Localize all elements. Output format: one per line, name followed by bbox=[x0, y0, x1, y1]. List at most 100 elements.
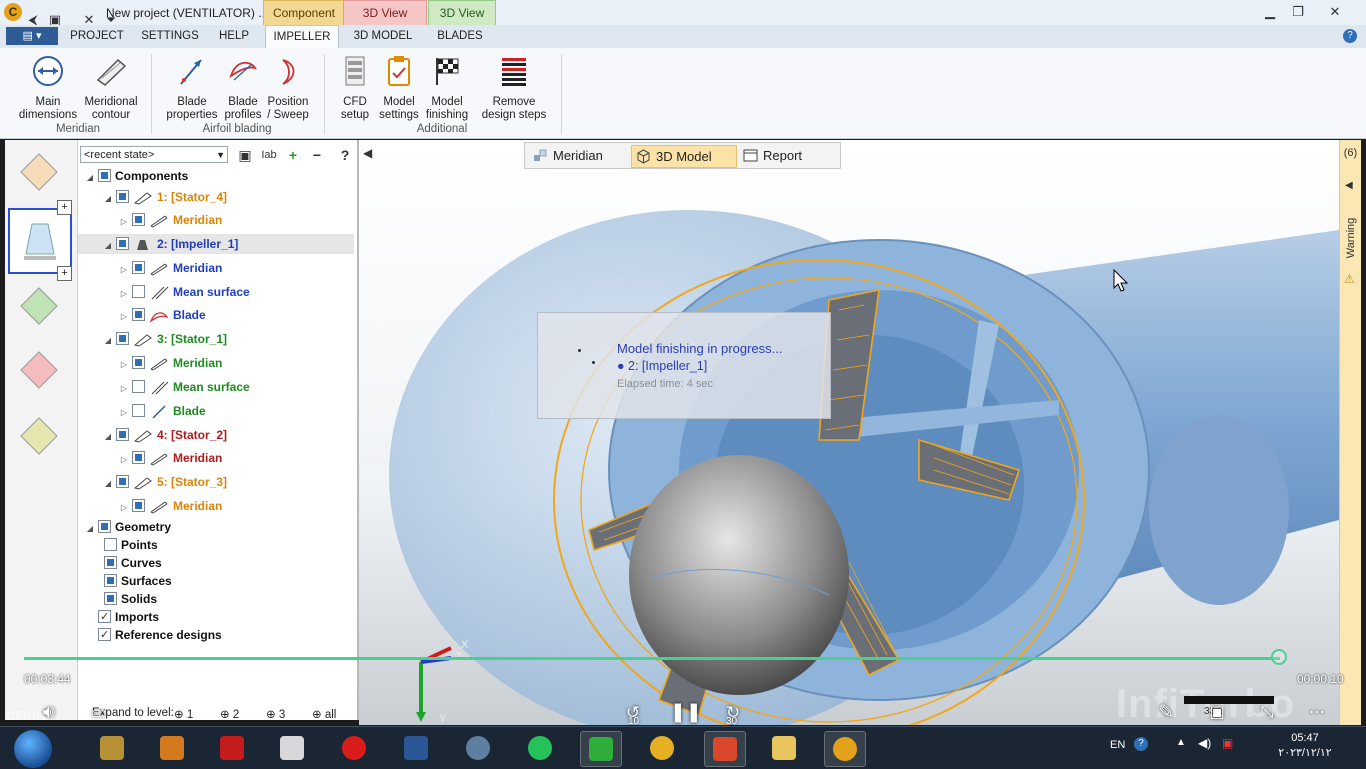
expand-level-3[interactable]: ⊕ 3 bbox=[266, 707, 285, 721]
recent-state-select[interactable]: <recent state> ▼ bbox=[80, 146, 228, 163]
fullscreen-icon[interactable]: ⤡ bbox=[1254, 700, 1280, 726]
tree-item-components[interactable]: ◢ Components bbox=[84, 166, 188, 186]
position-sweep-button[interactable]: Position / Sweep bbox=[264, 54, 312, 122]
taskbar-app-opera[interactable] bbox=[334, 731, 374, 765]
visibility-checkbox[interactable] bbox=[104, 574, 117, 588]
tab-settings[interactable]: SETTINGS bbox=[136, 25, 204, 48]
video-seek-bar[interactable] bbox=[24, 657, 1280, 660]
pause-icon[interactable]: ❚❚ bbox=[670, 700, 702, 726]
volume-icon[interactable]: 🔊︎ bbox=[36, 700, 62, 726]
remove-design-steps-button[interactable]: Remove design steps bbox=[478, 54, 550, 122]
visibility-checkbox[interactable] bbox=[132, 213, 145, 227]
expand-triangle-icon[interactable]: ▷ bbox=[118, 498, 130, 518]
taskbar-app-maps[interactable] bbox=[458, 731, 498, 765]
taskbar-app-word[interactable] bbox=[396, 731, 436, 765]
collapse-panel-arrow-icon[interactable]: ◀ bbox=[363, 146, 372, 160]
tree-item-imports[interactable]: Imports bbox=[96, 607, 159, 627]
file-menu-button[interactable]: ▤ ▾ bbox=[6, 27, 58, 45]
warning-sidebar[interactable]: (6) ◀ Warning ⚠ bbox=[1339, 140, 1361, 725]
visibility-checkbox[interactable] bbox=[104, 592, 117, 606]
visibility-checkbox[interactable] bbox=[116, 475, 129, 489]
add-component-before-button[interactable]: + bbox=[57, 200, 72, 215]
visibility-checkbox[interactable] bbox=[98, 169, 111, 183]
model-settings-button[interactable]: Model settings bbox=[376, 54, 422, 122]
stator-2-component-icon[interactable] bbox=[19, 350, 59, 390]
expand-triangle-icon[interactable]: ▷ bbox=[118, 450, 130, 470]
tree-item-geometry[interactable]: ◢ Geometry bbox=[84, 517, 171, 537]
taskbar-app-explorer[interactable] bbox=[764, 731, 804, 765]
view-tab-report[interactable]: Report bbox=[739, 145, 843, 166]
tree-item-stator-3-meridian[interactable]: ▷ Meridian bbox=[118, 496, 222, 516]
tree-item-stator-3[interactable]: ◢ 5: [Stator_3] bbox=[102, 472, 227, 492]
3d-viewport[interactable]: X Z Y bbox=[359, 140, 1339, 725]
tree-item-reference-designs[interactable]: Reference designs bbox=[96, 625, 222, 645]
visibility-checkbox[interactable] bbox=[116, 332, 129, 346]
tab-3d-model[interactable]: 3D MODEL bbox=[344, 25, 422, 48]
cfd-setup-button[interactable]: CFD setup bbox=[334, 54, 376, 122]
collapse-all-icon[interactable]: − bbox=[308, 146, 326, 164]
tree-item-stator-1-blade[interactable]: ▷ Blade bbox=[118, 401, 206, 421]
tab-project[interactable]: PROJECT bbox=[64, 25, 130, 48]
tree-item-impeller-mean-surface[interactable]: ▷ Mean surface bbox=[118, 282, 250, 302]
taskbar-app-presenter[interactable] bbox=[704, 731, 746, 767]
collapse-triangle-icon[interactable]: ◢ bbox=[102, 331, 114, 351]
taskbar-app-solidworks[interactable] bbox=[212, 731, 252, 765]
tray-clock[interactable]: 05:47 bbox=[1270, 732, 1340, 744]
view-tab-3d-model[interactable]: 3D Model bbox=[631, 145, 737, 168]
visibility-checkbox[interactable] bbox=[98, 607, 111, 627]
tree-item-stator-1-mean-surface[interactable]: ▷ Mean surface bbox=[118, 377, 250, 397]
collapse-triangle-icon[interactable]: ◢ bbox=[102, 474, 114, 494]
tree-item-stator-1-meridian[interactable]: ▷ Meridian bbox=[118, 353, 222, 373]
visibility-checkbox[interactable] bbox=[116, 428, 129, 442]
rewind-icon[interactable]: ↺ 10 bbox=[620, 700, 646, 727]
close-button[interactable]: ✕ bbox=[1320, 2, 1350, 22]
expand-all-icon[interactable]: + bbox=[284, 146, 302, 164]
taskbar-app-paint[interactable] bbox=[92, 731, 132, 765]
stator-3-component-icon[interactable] bbox=[19, 416, 59, 456]
context-tab-3d-view-green[interactable]: 3D View bbox=[428, 0, 496, 26]
blade-profiles-button[interactable]: Blade profiles bbox=[220, 54, 266, 122]
tree-item-stator-2[interactable]: ◢ 4: [Stator_2] bbox=[102, 425, 227, 445]
taskbar-app-phone[interactable] bbox=[580, 731, 622, 767]
tree-item-solids[interactable]: Solids bbox=[102, 589, 157, 609]
expand-level-2[interactable]: ⊕ 2 bbox=[220, 707, 239, 721]
expand-triangle-icon[interactable]: ▷ bbox=[118, 307, 130, 327]
expand-triangle-icon[interactable]: ▷ bbox=[118, 212, 130, 232]
tree-item-impeller-blade[interactable]: ▷ Blade bbox=[118, 305, 206, 325]
visibility-checkbox[interactable] bbox=[116, 190, 129, 204]
tree-item-curves[interactable]: Curves bbox=[102, 553, 162, 573]
tab-blades[interactable]: BLADES bbox=[428, 25, 492, 48]
visibility-checkbox[interactable] bbox=[132, 356, 145, 370]
help-icon[interactable]: ? bbox=[1343, 29, 1357, 43]
tray-network-icon[interactable]: ▣ bbox=[1222, 736, 1233, 750]
save-state-icon[interactable]: ▣ bbox=[236, 146, 254, 164]
start-button[interactable] bbox=[14, 730, 52, 768]
forward-icon[interactable]: ↻ 30 bbox=[720, 700, 746, 727]
visibility-checkbox[interactable] bbox=[132, 261, 145, 275]
pen-icon[interactable]: ✎ bbox=[1153, 700, 1179, 726]
taskbar-app-whatsapp[interactable] bbox=[520, 731, 560, 765]
expand-triangle-icon[interactable]: ▷ bbox=[118, 379, 130, 399]
more-options-icon[interactable]: ⋯ bbox=[1304, 700, 1330, 726]
stator-4-component-icon[interactable] bbox=[19, 152, 59, 192]
visibility-checkbox[interactable] bbox=[104, 556, 117, 570]
visibility-checkbox[interactable] bbox=[98, 520, 111, 534]
expand-level-1[interactable]: ⊕ 1 bbox=[174, 707, 193, 721]
main-dimensions-button[interactable]: Main dimensions bbox=[14, 54, 82, 122]
tab-impeller[interactable]: IMPELLER bbox=[265, 25, 339, 49]
label-toggle-icon[interactable]: Iab bbox=[260, 146, 278, 164]
visibility-checkbox[interactable] bbox=[98, 625, 111, 645]
blade-properties-button[interactable]: Blade properties bbox=[162, 54, 222, 122]
collapse-triangle-icon[interactable]: ◢ bbox=[84, 168, 96, 188]
visibility-checkbox[interactable] bbox=[132, 285, 145, 299]
expand-level-all[interactable]: ⊕ all bbox=[312, 707, 336, 721]
tree-item-points[interactable]: Points bbox=[102, 535, 158, 555]
collapse-triangle-icon[interactable]: ◢ bbox=[84, 519, 96, 539]
tree-item-stator-4[interactable]: ◢ 1: [Stator_4] bbox=[102, 187, 227, 207]
expand-warnings-arrow-icon[interactable]: ◀ bbox=[1345, 180, 1353, 191]
miniplayer-icon[interactable]: ▣ bbox=[1204, 700, 1230, 726]
visibility-checkbox[interactable] bbox=[132, 308, 145, 322]
collapse-triangle-icon[interactable]: ◢ bbox=[102, 189, 114, 209]
visibility-checkbox[interactable] bbox=[132, 380, 145, 394]
expand-triangle-icon[interactable]: ▷ bbox=[118, 403, 130, 423]
